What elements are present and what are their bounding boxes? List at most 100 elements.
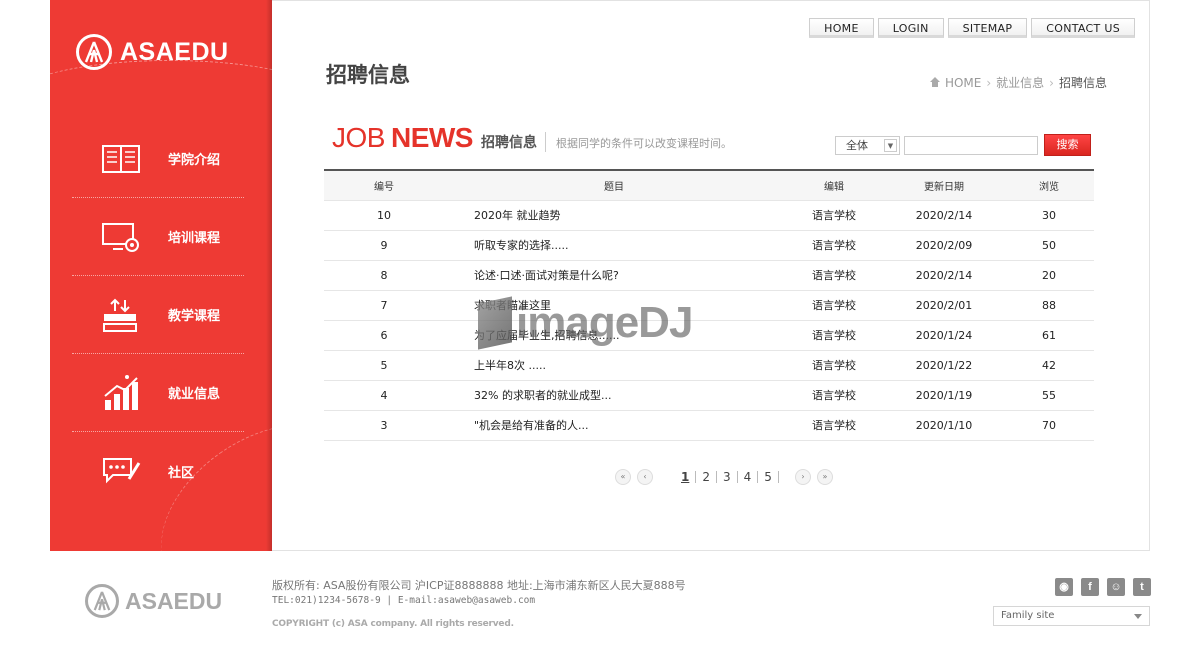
- cell-title-link[interactable]: "机会是给有准备的人...: [444, 410, 784, 441]
- cell-editor: 语言学校: [784, 320, 884, 351]
- prev-page-button[interactable]: ‹: [637, 469, 653, 485]
- search-bar: 全体 ▼ 搜索: [835, 134, 1091, 156]
- page-title: 招聘信息: [326, 63, 410, 87]
- table-row[interactable]: 6 为了应届毕业生,招聘信息...... 语言学校 2020/1/24 61: [324, 320, 1094, 351]
- cell-title-link[interactable]: 32% 的求职者的就业成型...: [444, 380, 784, 411]
- page: ASAEDU 学院介绍 培训课程 教学课程 就业信息 社区 HOME LOGIN…: [0, 0, 1200, 652]
- logo-icon: [85, 584, 119, 618]
- home-link[interactable]: HOME: [809, 18, 874, 38]
- page-link-1[interactable]: 1: [675, 471, 697, 483]
- sidebar-item-label: 社区: [168, 465, 195, 481]
- login-link[interactable]: LOGIN: [877, 18, 944, 38]
- cell-no: 8: [324, 260, 444, 291]
- breadcrumb-home[interactable]: HOME: [945, 76, 981, 90]
- cell-editor: 语言学校: [784, 260, 884, 291]
- cell-title-link[interactable]: 求职者瞄准这里: [444, 290, 784, 321]
- cell-views: 42: [1004, 350, 1094, 381]
- cell-no: 5: [324, 350, 444, 381]
- sidebar-item-academy[interactable]: 学院介绍: [72, 120, 244, 198]
- footer-copyright: COPYRIGHT (c) ASA company. All rights re…: [272, 619, 514, 629]
- cell-editor: 语言学校: [784, 350, 884, 381]
- family-site-select[interactable]: Family site: [993, 606, 1150, 626]
- sidebar-item-jobs[interactable]: 就业信息: [72, 354, 244, 432]
- board-title-news: NEWS: [390, 122, 474, 153]
- footer-logo[interactable]: ASAEDU: [85, 584, 222, 618]
- sidebar-item-courses[interactable]: 培训课程: [72, 198, 244, 276]
- sidebar-menu: 学院介绍 培训课程 教学课程 就业信息 社区: [50, 120, 266, 510]
- page-link-5[interactable]: 5: [758, 471, 779, 483]
- cell-views: 20: [1004, 260, 1094, 291]
- sidebar-item-label: 就业信息: [168, 387, 221, 402]
- cell-no: 3: [324, 410, 444, 441]
- cell-date: 2020/1/19: [884, 380, 1004, 411]
- sidebar-item-label: 教学课程: [168, 309, 221, 324]
- table-row[interactable]: 3 "机会是给有准备的人... 语言学校 2020/1/10 70: [324, 410, 1094, 441]
- cell-views: 70: [1004, 410, 1094, 441]
- table-header-row: 编号 题目 编辑 更新日期 浏览: [324, 169, 1094, 201]
- column-header-title: 题目: [444, 169, 784, 201]
- contact-us-link[interactable]: CONTACT US: [1031, 18, 1135, 38]
- sidebar-item-community[interactable]: 社区: [72, 432, 244, 510]
- sidebar-item-teaching[interactable]: 教学课程: [72, 276, 244, 354]
- next-page-button[interactable]: ›: [794, 469, 811, 485]
- twitter-icon[interactable]: t: [1133, 578, 1151, 596]
- chevron-down-icon: [1134, 614, 1142, 619]
- family-site-label: Family site: [1001, 610, 1055, 621]
- sidebar: ASAEDU 学院介绍 培训课程 教学课程 就业信息 社区: [50, 0, 272, 551]
- table-row[interactable]: 9 听取专家的选择..... 语言学校 2020/2/09 50: [324, 230, 1094, 261]
- cell-editor: 语言学校: [784, 380, 884, 411]
- growth-chart-icon: [100, 374, 142, 412]
- page-link-3[interactable]: 3: [717, 471, 738, 483]
- facebook-icon[interactable]: f: [1081, 578, 1099, 596]
- column-header-date: 更新日期: [884, 169, 1004, 201]
- search-button[interactable]: 搜索: [1044, 134, 1091, 156]
- column-header-views: 浏览: [1004, 169, 1094, 201]
- cell-no: 9: [324, 230, 444, 261]
- cell-date: 2020/1/10: [884, 410, 1004, 441]
- pagination: « ‹ 1 2 3 4 5 › »: [615, 469, 839, 485]
- monitor-icon: [100, 218, 142, 256]
- breadcrumb-section[interactable]: 就业信息: [996, 74, 1044, 91]
- table-row[interactable]: 7 求职者瞄准这里 语言学校 2020/2/01 88: [324, 290, 1094, 321]
- breadcrumb-current: 招聘信息: [1058, 76, 1107, 90]
- stack-icon: [100, 296, 142, 334]
- chevron-right-icon: ›: [986, 75, 992, 90]
- cell-editor: 语言学校: [784, 290, 884, 321]
- cell-views: 50: [1004, 230, 1094, 261]
- footer-contact-line: TEL:021)1234-5678-9 | E-mail:asaweb@asaw…: [272, 595, 536, 606]
- cell-date: 2020/2/14: [884, 260, 1004, 291]
- table-row[interactable]: 10 2020年 就业趋势 语言学校 2020/2/14 30: [324, 200, 1094, 231]
- search-scope-select[interactable]: 全体 ▼: [835, 135, 900, 155]
- brand-logo[interactable]: ASAEDU: [76, 34, 229, 70]
- chevron-right-icon: ›: [1049, 75, 1054, 90]
- table-row[interactable]: 4 32% 的求职者的就业成型... 语言学校 2020/1/19 55: [324, 380, 1094, 411]
- board-title-job: JOB: [332, 122, 385, 153]
- chat-bubble-icon: [100, 452, 142, 490]
- cell-title-link[interactable]: 听取专家的选择.....: [444, 230, 784, 261]
- table-row[interactable]: 8 论述·口述·面试对策是什么呢? 语言学校 2020/2/14 20: [324, 260, 1094, 291]
- logo-icon: [76, 34, 112, 70]
- breadcrumb: HOME › 就业信息 › 招聘信息: [929, 74, 1107, 91]
- page-link-4[interactable]: 4: [738, 471, 759, 483]
- board-header: JOB NEWS 招聘信息 根据同学的条件可以改变课程时间。: [332, 122, 732, 154]
- cell-title-link[interactable]: 上半年8次 .....: [444, 350, 784, 381]
- cell-title-link[interactable]: 为了应届毕业生,招聘信息......: [444, 320, 784, 351]
- cell-views: 88: [1004, 290, 1094, 321]
- cell-title-link[interactable]: 2020年 就业趋势: [444, 200, 784, 231]
- column-header-editor: 编辑: [784, 169, 884, 201]
- cell-views: 61: [1004, 320, 1094, 351]
- weibo-icon[interactable]: ◉: [1055, 578, 1073, 596]
- cell-title-link[interactable]: 论述·口述·面试对策是什么呢?: [444, 260, 784, 291]
- main-content: HOME LOGIN SITEMAP CONTACT US 招聘信息 HOME …: [272, 0, 1150, 551]
- page-link-2[interactable]: 2: [696, 471, 717, 483]
- chevron-down-icon: ▼: [884, 138, 897, 152]
- sitemap-link[interactable]: SITEMAP: [947, 18, 1028, 38]
- search-input[interactable]: [904, 135, 1038, 155]
- footer-company-line: 版权所有: ASA股份有限公司 沪ICP证8888888 地址:上海市浦东新区人…: [272, 579, 686, 592]
- table-row[interactable]: 5 上半年8次 ..... 语言学校 2020/1/22 42: [324, 350, 1094, 381]
- chat-icon[interactable]: ☺: [1107, 578, 1125, 596]
- first-page-button[interactable]: «: [615, 469, 631, 485]
- cell-no: 10: [324, 200, 444, 231]
- last-page-button[interactable]: »: [816, 469, 833, 485]
- cell-no: 6: [324, 320, 444, 351]
